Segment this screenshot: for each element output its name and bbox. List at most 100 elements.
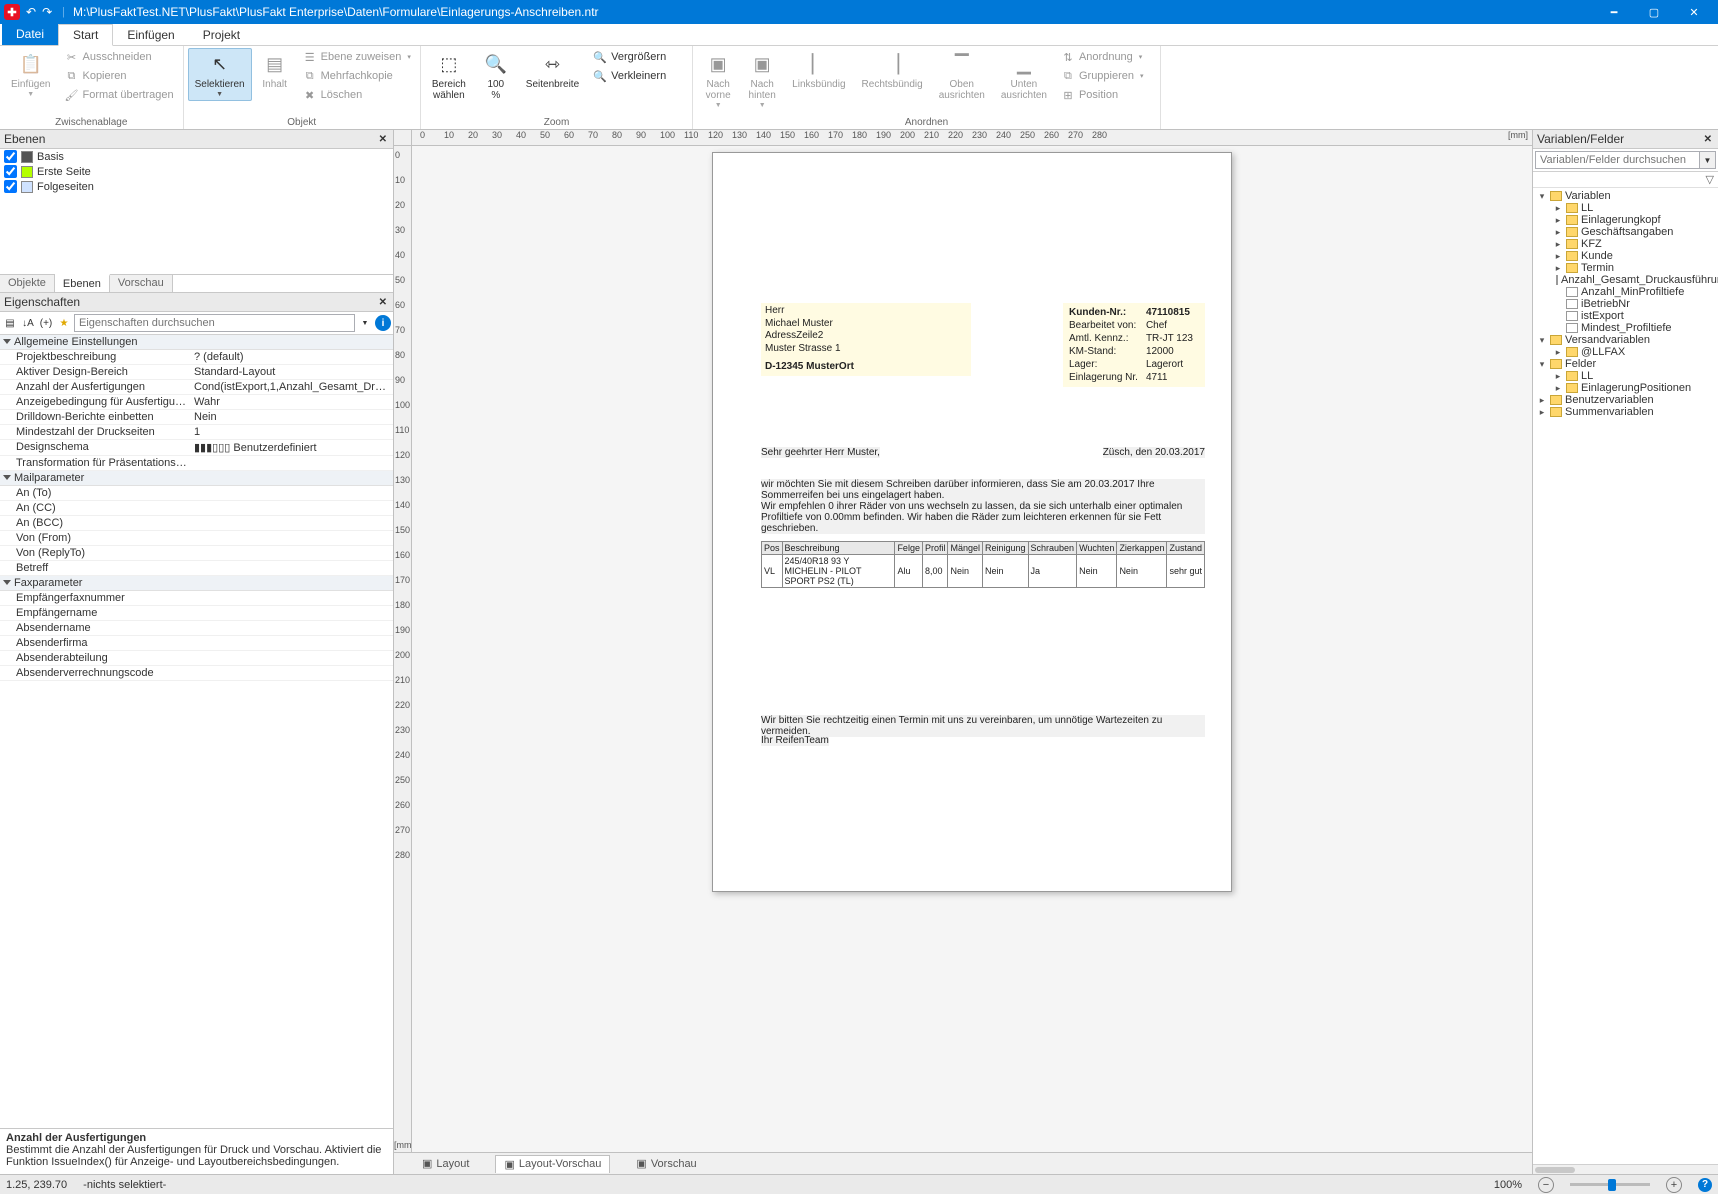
sort-icon[interactable]: ↓A xyxy=(20,315,36,331)
tree-folder[interactable]: ▾ Versandvariablen xyxy=(1533,334,1718,346)
zoom-out-button[interactable]: 🔍Verkleinern xyxy=(588,67,688,85)
tree-folder[interactable]: ▸ @LLFAX xyxy=(1533,346,1718,358)
tab-layers[interactable]: Ebenen xyxy=(55,274,110,292)
variables-search-input[interactable] xyxy=(1535,151,1700,169)
tab-start[interactable]: Start xyxy=(58,24,113,46)
maximize-button[interactable]: ▢ xyxy=(1634,0,1674,24)
property-row[interactable]: Drilldown-Berichte einbettenNein xyxy=(0,410,393,425)
body-text-1[interactable]: wir möchten Sie mit diesem Schreiben dar… xyxy=(761,479,1205,534)
tree-folder[interactable]: ▸ Einlagerungkopf xyxy=(1533,214,1718,226)
property-category[interactable]: Allgemeine Einstellungen xyxy=(0,335,393,350)
paste-button[interactable]: 📋 Einfügen ▼ xyxy=(4,48,57,101)
zoom-100-button[interactable]: 🔍 100 % xyxy=(475,48,517,104)
tab-objects[interactable]: Objekte xyxy=(0,275,55,292)
items-table[interactable]: PosBeschreibungFelgeProfilMängelReinigun… xyxy=(761,541,1205,588)
chevron-right-icon[interactable]: ▸ xyxy=(1537,395,1547,406)
align-bottom-button[interactable]: ▁Unten ausrichten xyxy=(994,48,1054,104)
help-icon[interactable]: ? xyxy=(1698,1178,1712,1192)
layer-item[interactable]: Erste Seite xyxy=(0,164,393,179)
copy-button[interactable]: ⧉Kopieren xyxy=(59,67,178,85)
property-row[interactable]: Aktiver Design-BereichStandard-Layout xyxy=(0,365,393,380)
property-row[interactable]: Absendername xyxy=(0,621,393,636)
zoom-slider[interactable] xyxy=(1570,1183,1650,1186)
content-button[interactable]: ▤ Inhalt xyxy=(254,48,296,93)
property-row[interactable]: An (CC) xyxy=(0,501,393,516)
property-category[interactable]: Mailparameter xyxy=(0,471,393,486)
closing[interactable]: Ihr ReifenTeam xyxy=(761,735,829,746)
align-right-button[interactable]: ▕Rechtsbündig xyxy=(855,48,930,93)
tree-folder[interactable]: ▸ LL xyxy=(1533,370,1718,382)
property-row[interactable]: Absenderverrechnungscode xyxy=(0,666,393,681)
tree-leaf[interactable]: istExport xyxy=(1533,310,1718,322)
property-row[interactable]: Empfängername xyxy=(0,606,393,621)
chevron-right-icon[interactable]: ▸ xyxy=(1553,383,1563,394)
property-row[interactable]: An (BCC) xyxy=(0,516,393,531)
tab-insert[interactable]: Einfügen xyxy=(113,25,188,45)
chevron-right-icon[interactable]: ▸ xyxy=(1537,407,1547,418)
chevron-right-icon[interactable]: ▸ xyxy=(1553,263,1563,274)
date-line[interactable]: Züsch, den 20.03.2017 xyxy=(1103,447,1205,458)
chevron-down-icon[interactable]: ▾ xyxy=(1537,191,1547,202)
property-row[interactable]: Anzeigebedingung für AusfertigungsdruckW… xyxy=(0,395,393,410)
tree-folder[interactable]: ▾ Felder xyxy=(1533,358,1718,370)
chevron-right-icon[interactable]: ▸ xyxy=(1553,239,1563,250)
redo-icon[interactable]: ↷ xyxy=(42,5,52,19)
position-button[interactable]: ⊞Position xyxy=(1056,86,1156,104)
filter-icon[interactable]: ▽ xyxy=(1706,173,1714,186)
tree-leaf[interactable]: iBetriebNr xyxy=(1533,298,1718,310)
horizontal-scrollbar[interactable] xyxy=(1533,1164,1718,1174)
group-objects-button[interactable]: ⧉Gruppieren▾ xyxy=(1056,67,1156,85)
tree-leaf[interactable]: Anzahl_Gesamt_Druckausführung xyxy=(1533,274,1718,286)
tree-folder[interactable]: ▸ Benutzervariablen xyxy=(1533,394,1718,406)
layer-visible-checkbox[interactable] xyxy=(4,165,17,178)
tree-folder[interactable]: ▸ Kunde xyxy=(1533,250,1718,262)
align-top-button[interactable]: ▔Oben ausrichten xyxy=(932,48,992,104)
chevron-right-icon[interactable]: ▸ xyxy=(1553,371,1563,382)
tab-project[interactable]: Projekt xyxy=(189,25,254,45)
cut-button[interactable]: ✂Ausschneiden xyxy=(59,48,178,66)
info-icon[interactable]: i xyxy=(375,315,391,331)
address-block[interactable]: Herr Michael Muster AdressZeile2 Muster … xyxy=(761,303,971,376)
property-row[interactable]: Mindestzahl der Druckseiten1 xyxy=(0,425,393,440)
property-row[interactable]: Absenderabteilung xyxy=(0,651,393,666)
canvas-area[interactable]: Herr Michael Muster AdressZeile2 Muster … xyxy=(412,146,1532,1152)
tree-folder[interactable]: ▸ EinlagerungPositionen xyxy=(1533,382,1718,394)
chevron-right-icon[interactable]: ▸ xyxy=(1553,347,1563,358)
tree-folder[interactable]: ▸ Termin xyxy=(1533,262,1718,274)
bring-forward-button[interactable]: ▣Nach vorne▼ xyxy=(697,48,739,112)
select-button[interactable]: ↖ Selektieren ▼ xyxy=(188,48,252,101)
zoom-in-button[interactable]: + xyxy=(1666,1177,1682,1193)
property-row[interactable]: Von (From) xyxy=(0,531,393,546)
property-row[interactable]: Betreff xyxy=(0,561,393,576)
multicopy-button[interactable]: ⧉Mehrfachkopie xyxy=(298,67,416,85)
tree-folder[interactable]: ▾ Variablen xyxy=(1533,190,1718,202)
layer-item[interactable]: Basis xyxy=(0,149,393,164)
close-button[interactable]: ✕ xyxy=(1674,0,1714,24)
delete-button[interactable]: ✖Löschen xyxy=(298,86,416,104)
tree-folder[interactable]: ▸ KFZ xyxy=(1533,238,1718,250)
close-icon[interactable]: ✕ xyxy=(377,297,389,308)
property-row[interactable]: Von (ReplyTo) xyxy=(0,546,393,561)
layer-visible-checkbox[interactable] xyxy=(4,150,17,163)
align-left-button[interactable]: ▏Linksbündig xyxy=(785,48,852,93)
chevron-down-icon[interactable]: ▾ xyxy=(1537,335,1547,346)
star-icon[interactable]: ★ xyxy=(56,315,72,331)
salutation[interactable]: Sehr geehrter Herr Muster, xyxy=(761,447,880,458)
arrangement-button[interactable]: ⇅Anordnung▾ xyxy=(1056,48,1156,66)
view-tab-layout[interactable]: ▣Layout xyxy=(414,1155,477,1172)
info-block[interactable]: Kunden-Nr.:47110815Bearbeitet von:ChefAm… xyxy=(1063,303,1205,387)
property-row[interactable]: Designschema▮▮▮▯▯▯ Benutzerdefiniert xyxy=(0,440,393,456)
tab-preview-small[interactable]: Vorschau xyxy=(110,275,173,292)
close-icon[interactable]: ✕ xyxy=(1702,134,1714,145)
property-row[interactable]: An (To) xyxy=(0,486,393,501)
categorize-icon[interactable]: ▤ xyxy=(2,315,18,331)
tree-folder[interactable]: ▸ Geschäftsangaben xyxy=(1533,226,1718,238)
property-row[interactable]: Anzahl der AusfertigungenCond(istExport,… xyxy=(0,380,393,395)
zoom-region-button[interactable]: ⬚ Bereich wählen xyxy=(425,48,473,104)
undo-icon[interactable]: ↶ xyxy=(26,5,36,19)
tree-leaf[interactable]: Mindest_Profiltiefe xyxy=(1533,322,1718,334)
dropdown-icon[interactable]: ▼ xyxy=(357,315,373,331)
property-row[interactable]: Projektbeschreibung? (default) xyxy=(0,350,393,365)
tree-folder[interactable]: ▸ Summenvariablen xyxy=(1533,406,1718,418)
dropdown-icon[interactable]: ▼ xyxy=(1700,151,1716,169)
